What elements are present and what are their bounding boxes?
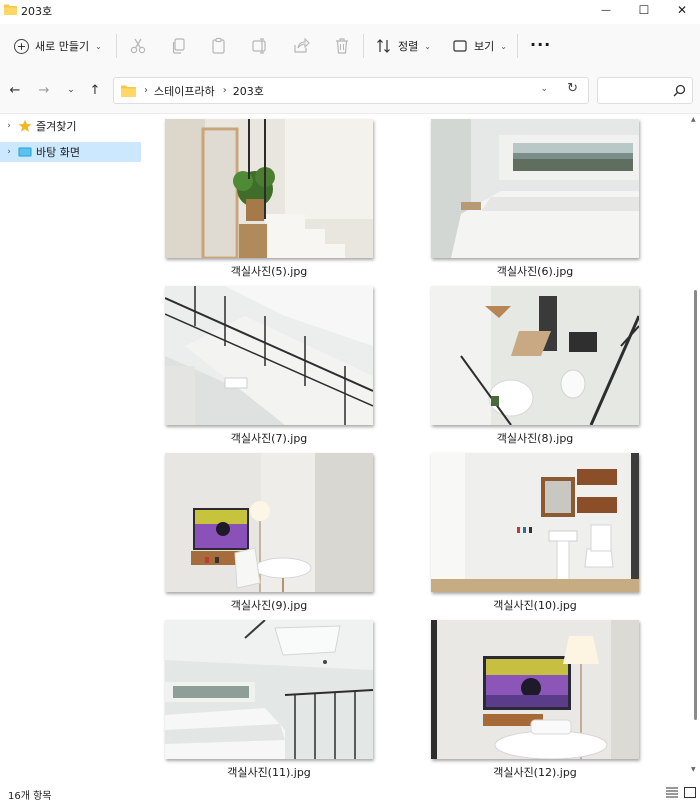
file-thumbnail[interactable] — [431, 119, 639, 258]
sort-button[interactable]: 정렬 ⌄ — [376, 32, 431, 60]
item-count: 16개 항목 — [8, 791, 52, 802]
paste-icon[interactable] — [210, 37, 228, 55]
file-name[interactable]: 객실사진(9).jpg — [165, 597, 373, 613]
file-name[interactable]: 객실사진(10).jpg — [431, 597, 639, 613]
file-grid: 객실사진(5).jpg 객실사진(6).jpg 객실사진(7).jpg 객실사진… — [143, 114, 690, 779]
breadcrumb-separator-icon: › — [144, 85, 148, 96]
arrow-up-icon: ↑ — [89, 82, 101, 98]
file-item[interactable]: 객실사진(7).jpg — [165, 281, 373, 446]
window-title: 203호 — [21, 5, 53, 18]
delete-icon[interactable] — [333, 37, 351, 55]
file-item[interactable]: 객실사진(5).jpg — [165, 114, 373, 279]
command-bar: + 새로 만들기 ⌄ 정렬 ⌄ 보기 ⌄ ··· — [0, 24, 700, 68]
minimize-button[interactable]: — — [586, 0, 626, 20]
chevron-right-icon[interactable]: › — [0, 121, 18, 131]
star-icon — [18, 119, 32, 132]
search-input[interactable] — [602, 81, 672, 100]
view-icon — [453, 40, 467, 52]
file-thumbnail[interactable] — [165, 453, 373, 592]
scroll-down-icon[interactable]: ▼ — [691, 766, 696, 773]
navigation-bar: ← → ⌄ ↑ › 스테이프라하 › 203호 ⌄ ↻ — [0, 68, 700, 114]
file-thumbnail[interactable] — [431, 453, 639, 592]
file-item[interactable]: 객실사진(8).jpg — [431, 281, 639, 446]
view-button[interactable]: 보기 ⌄ — [452, 32, 507, 60]
file-thumbnail[interactable] — [165, 286, 373, 425]
refresh-icon[interactable]: ↻ — [567, 81, 578, 96]
file-thumbnail[interactable] — [431, 620, 639, 759]
file-thumbnail[interactable] — [431, 286, 639, 425]
chevron-down-icon: ⌄ — [424, 41, 431, 51]
maximize-icon: ☐ — [638, 3, 650, 17]
scrollbar-thumb[interactable] — [694, 290, 697, 720]
scroll-up-icon[interactable]: ▲ — [691, 116, 696, 123]
cut-icon[interactable] — [129, 37, 147, 55]
status-bar: 16개 항목 — [0, 779, 700, 803]
sidebar-item-favorites[interactable]: › 즐겨찾기 — [0, 116, 141, 136]
plus-circle-icon: + — [14, 38, 29, 54]
copy-icon[interactable] — [170, 37, 188, 55]
share-icon[interactable] — [292, 37, 310, 55]
more-options-button[interactable]: ··· — [530, 35, 551, 54]
sidebar-item-label: 즐겨찾기 — [36, 120, 77, 133]
file-name[interactable]: 객실사진(8).jpg — [431, 430, 639, 446]
vertical-scrollbar[interactable]: ▲ ▼ — [690, 114, 700, 779]
arrow-right-icon: → — [38, 82, 50, 98]
view-label: 보기 — [474, 40, 495, 53]
close-button[interactable]: ✕ — [662, 0, 700, 20]
chevron-right-icon[interactable]: › — [0, 147, 18, 157]
breadcrumb-separator-icon: › — [222, 85, 227, 96]
file-name[interactable]: 객실사진(12).jpg — [431, 764, 639, 779]
search-icon[interactable] — [673, 84, 686, 97]
file-name[interactable]: 객실사진(7).jpg — [165, 430, 373, 446]
search-box[interactable] — [597, 77, 693, 104]
chevron-down-icon: ⌄ — [500, 41, 507, 51]
maximize-button[interactable]: ☐ — [624, 0, 664, 20]
file-item[interactable]: 객실사진(9).jpg — [165, 448, 373, 613]
forward-button[interactable]: → — [36, 82, 52, 98]
address-dropdown-icon[interactable]: ⌄ — [540, 84, 548, 94]
folder-icon — [4, 4, 17, 15]
chevron-down-icon: ⌄ — [95, 41, 102, 51]
file-name[interactable]: 객실사진(6).jpg — [431, 263, 639, 279]
large-icons-view-icon[interactable] — [684, 787, 696, 798]
sort-label: 정렬 — [398, 40, 419, 53]
file-item[interactable]: 객실사진(6).jpg — [431, 114, 639, 279]
chevron-down-icon: ⌄ — [67, 85, 75, 95]
toolbar-divider — [517, 34, 518, 58]
toolbar-divider — [363, 34, 364, 58]
close-icon: ✕ — [676, 3, 688, 17]
breadcrumb-item[interactable]: 스테이프라하 — [154, 83, 215, 99]
address-bar[interactable]: › 스테이프라하 › 203호 ⌄ ↻ — [113, 77, 589, 104]
file-thumbnail[interactable] — [165, 620, 373, 759]
back-button[interactable]: ← — [7, 82, 23, 98]
file-item[interactable]: 객실사진(10).jpg — [431, 448, 639, 613]
up-button[interactable]: ↑ — [87, 82, 103, 98]
sort-icon — [377, 39, 390, 53]
desktop-icon — [18, 147, 32, 157]
new-button[interactable]: + 새로 만들기 ⌄ — [6, 32, 110, 60]
navigation-pane: › 즐겨찾기 › 바탕 화면 — [0, 114, 143, 779]
file-thumbnail[interactable] — [165, 119, 373, 258]
file-item[interactable]: 객실사진(12).jpg — [431, 615, 639, 779]
folder-icon — [121, 85, 136, 97]
file-name[interactable]: 객실사진(5).jpg — [165, 263, 373, 279]
details-view-icon[interactable] — [666, 787, 678, 798]
title-bar: 203호 — ☐ ✕ — [0, 0, 700, 20]
new-button-label: 새로 만들기 — [35, 40, 90, 53]
sidebar-item-label: 바탕 화면 — [36, 146, 80, 159]
minimize-icon: — — [601, 4, 611, 16]
file-name[interactable]: 객실사진(11).jpg — [165, 764, 373, 779]
recent-locations-button[interactable]: ⌄ — [63, 82, 79, 98]
sidebar-item-desktop[interactable]: › 바탕 화면 — [0, 142, 141, 162]
file-item[interactable]: 객실사진(11).jpg — [165, 615, 373, 779]
arrow-left-icon: ← — [9, 82, 21, 98]
breadcrumb-item[interactable]: 203호 — [233, 83, 264, 99]
toolbar-divider — [116, 34, 117, 58]
rename-icon[interactable] — [251, 37, 269, 55]
